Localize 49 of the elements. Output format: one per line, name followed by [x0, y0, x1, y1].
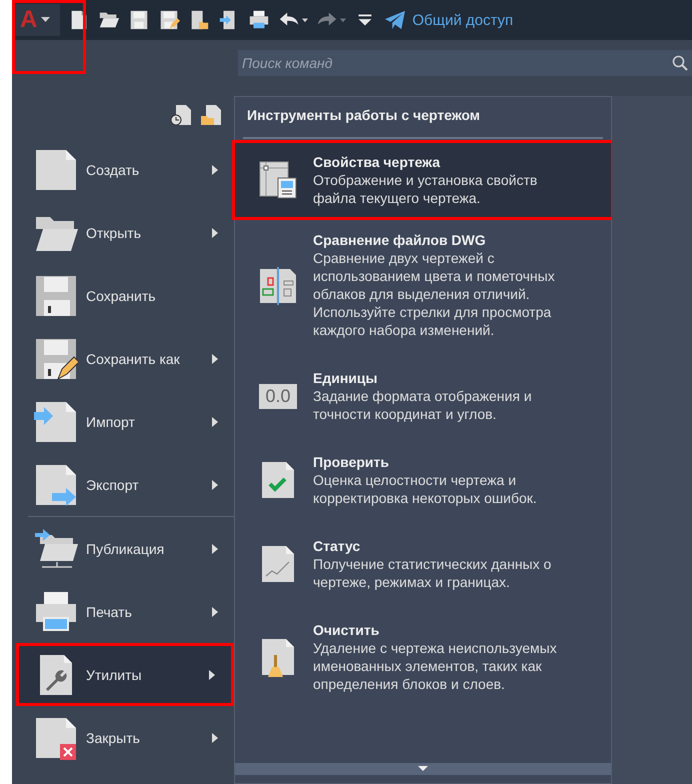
tool-item[interactable]: Сравнение файлов DWG Сравнение двух чертежей с использованием цвета и пометочных облаков для выделения отличий. Используйте стрелки для просмотра каждого набора изменений.: [235, 221, 611, 355]
printer-icon: [34, 590, 78, 634]
tool-title: Статус: [313, 537, 362, 555]
tool-description: Отображение и установка свойств файла текущего чертежа.: [313, 171, 538, 207]
tool-item[interactable]: Проверить Оценка целостности чертежа и корректировка некоторых ошибок.: [235, 443, 611, 523]
tool-item[interactable]: Свойства чертежа Отображение и установка свойств файла текущего чертежа.: [235, 143, 611, 217]
caret-icon: [418, 766, 428, 772]
panel-title: Инструменты работы с чертежом: [243, 97, 603, 139]
floppy-pencil-icon: [34, 336, 78, 380]
tool-item[interactable]: Статус Получение статистических данных о чертеже, режимах и границах.: [235, 527, 611, 607]
search-field[interactable]: Поиск команд: [238, 50, 692, 76]
tool-title: Очистить: [313, 621, 380, 639]
menu-item[interactable]: Экспорт: [12, 453, 234, 516]
new-file-icon: [34, 148, 78, 192]
export-file-icon: [34, 462, 78, 506]
recent-documents-icon[interactable]: [170, 104, 192, 126]
tool-description: Удаление с чертежа неиспользуемых именованных элементов, таких как определения блоков и слоев.: [313, 639, 558, 693]
tool-description: Получение статистических данных о чертеже, режимах и границах.: [313, 555, 552, 591]
tool-title: Сравнение файлов DWG: [313, 231, 487, 249]
tool-item[interactable]: Очистить Удаление с чертежа неиспользуемых именованных элементов, таких как определения блоков и слоев.: [235, 611, 611, 709]
menu-item[interactable]: Открыть: [12, 201, 234, 264]
tool-description: Задание формата отображения и точности координат и углов.: [313, 387, 533, 423]
paper-plane-icon: [384, 10, 406, 30]
tool-title: Свойства чертежа: [313, 153, 442, 171]
menu-item[interactable]: Импорт: [12, 390, 234, 453]
menu-item[interactable]: Сохранить как: [12, 327, 234, 390]
menu-item[interactable]: Печать: [12, 580, 234, 643]
menu-item[interactable]: Публикация: [12, 517, 234, 580]
drawing-properties-icon: [258, 160, 298, 200]
tool-title: Проверить: [313, 453, 390, 471]
menu-item[interactable]: Создать: [12, 138, 234, 201]
compare-files-icon: [258, 265, 298, 305]
tool-description: Оценка целостности чертежа и корректировка некоторых ошибок.: [313, 471, 538, 507]
menu-item[interactable]: Закрыть: [12, 706, 234, 769]
tool-description: Сравнение двух чертежей с использованием цвета и пометочных облаков для выделения отличий. Используйте стрелки для просмотра каждого набора изменений.: [313, 249, 556, 339]
units-icon: 0.0: [259, 384, 297, 408]
share-button[interactable]: Общий доступ: [384, 10, 514, 30]
menu-item[interactable]: Утилиты: [16, 643, 234, 706]
folder-arrow-icon: [34, 526, 78, 570]
close-file-icon: [34, 716, 78, 760]
import-file-icon: [34, 400, 78, 444]
open-documents-icon[interactable]: [200, 104, 222, 126]
caret-icon: [41, 17, 50, 23]
tool-item[interactable]: 0.0 Единицы Задание формата отображения и точности координат и углов.: [235, 359, 611, 439]
menu-item[interactable]: Сохранить: [12, 264, 234, 327]
printer-icon[interactable]: [248, 9, 270, 31]
floppy-pencil-icon[interactable]: [158, 9, 180, 31]
tool-title: Единицы: [313, 369, 378, 387]
search-icon: [672, 55, 688, 71]
